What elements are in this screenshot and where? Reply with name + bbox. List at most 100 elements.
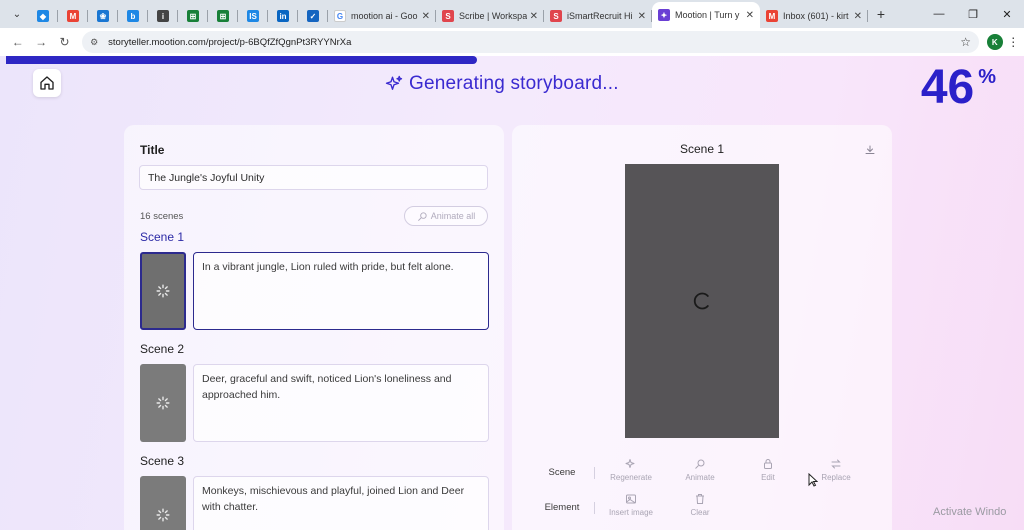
reload-icon[interactable]: ↻ — [53, 35, 76, 49]
new-tab-icon[interactable]: + — [870, 6, 892, 22]
browser-tab[interactable]: IS — [238, 4, 268, 28]
loading-spinner-icon — [156, 396, 170, 410]
b-icon: b — [127, 10, 139, 22]
animate-all-label: Animate all — [430, 211, 476, 221]
browser-tab[interactable]: in — [268, 4, 298, 28]
scribe-icon: S — [442, 10, 454, 22]
scene-row-divider — [594, 467, 595, 479]
home-icon — [40, 76, 54, 90]
preview-title: Scene 1 — [679, 142, 725, 156]
generating-title-text: Generating storyboard... — [409, 73, 619, 94]
progress-percent-value: 46 — [920, 61, 975, 114]
ismart-icon: S — [550, 10, 562, 22]
browser-tab[interactable]: S Scribe | Workspa ✕ — [436, 4, 544, 28]
scene-label: Scene 3 — [140, 454, 185, 468]
animate-button[interactable]: Animate — [670, 458, 730, 490]
is-icon: IS — [247, 10, 259, 22]
back-icon[interactable]: ← — [6, 35, 29, 49]
scene-description[interactable]: Deer, graceful and swift, noticed Lion's… — [193, 364, 489, 442]
scene-thumbnail[interactable] — [140, 476, 186, 530]
close-tab-icon[interactable]: ✕ — [854, 11, 862, 22]
scene-item[interactable]: Scene 1 In a vibrant jungle, Lion ruled w… — [140, 230, 490, 330]
browser-tab[interactable]: ✓ — [298, 4, 328, 28]
image-icon — [626, 494, 636, 504]
close-window-icon[interactable]: ✕ — [990, 8, 1024, 21]
scene-count: 16 scenes — [140, 211, 184, 222]
profile-avatar[interactable]: K — [986, 34, 1003, 50]
browser-tab[interactable]: ◆ — [28, 4, 58, 28]
scene-thumbnail[interactable] — [140, 364, 186, 442]
loading-spinner-icon — [156, 508, 170, 522]
browser-toolbar: ← → ↻ ⚙ storyteller.mootion.com/project/… — [0, 28, 1024, 56]
minimize-icon[interactable]: — — [922, 8, 956, 20]
sparkle-icon — [385, 75, 403, 90]
address-bar[interactable]: ⚙ storyteller.mootion.com/project/p-6BQf… — [82, 31, 979, 53]
scene-item[interactable]: Scene 2 Deer, graceful and swift, noticed… — [140, 342, 490, 442]
trash-icon — [696, 494, 704, 504]
sheets-icon: ⊞ — [187, 10, 199, 22]
mootion-icon: ✦ — [658, 9, 670, 21]
element-actions-row: Element Insert image Clear — [512, 493, 892, 525]
progress-bar — [0, 56, 1024, 64]
animate-label: Animate — [685, 473, 715, 482]
browser-tab[interactable]: M Inbox (601) - kirt ✕ — [760, 4, 868, 28]
scene-description[interactable]: Monkeys, mischievous and playful, joined… — [193, 476, 489, 530]
browser-tab[interactable]: ✦ Mootion | Turn y ✕ — [652, 2, 760, 28]
edit-label: Edit — [761, 473, 775, 482]
progress-percent: 46 % — [921, 62, 996, 114]
sparkle-icon — [625, 459, 635, 468]
download-icon[interactable] — [864, 143, 876, 161]
browser-tab[interactable]: M — [58, 4, 88, 28]
browser-tab-title: Scribe | Workspa — [459, 11, 527, 21]
browser-menu-icon[interactable]: ⋮ — [1003, 35, 1024, 49]
loading-spinner-icon — [693, 292, 709, 310]
animate-all-button[interactable]: Animate all — [404, 206, 488, 226]
url-text[interactable]: storyteller.mootion.com/project/p-6BQfZf… — [108, 37, 351, 48]
browser-tab[interactable]: Gmootion ai - Goo ✕ — [328, 4, 436, 28]
browser-tab[interactable]: SiSmartRecruit Hi ✕ — [544, 4, 652, 28]
clear-button[interactable]: Clear — [670, 493, 730, 525]
animate-icon — [695, 459, 705, 469]
forward-icon[interactable]: → — [29, 35, 52, 49]
regenerate-label: Regenerate — [610, 473, 652, 482]
tab-search-dropdown-icon[interactable]: ⌄ — [6, 3, 28, 25]
browser-tab[interactable]: ❀ — [88, 4, 118, 28]
browser-tab[interactable]: b — [118, 4, 148, 28]
browser-tab[interactable]: ⊞ — [178, 4, 208, 28]
scene-preview-image — [625, 164, 779, 438]
loading-spinner-icon — [156, 284, 170, 298]
browser-tab[interactable]: ⊞ — [208, 4, 238, 28]
scene-label: Scene 1 — [140, 230, 185, 244]
replace-label: Replace — [821, 473, 851, 482]
bookmark-star-icon[interactable]: ☆ — [960, 35, 971, 49]
scene-description[interactable]: In a vibrant jungle, Lion ruled with pri… — [193, 252, 489, 330]
site-info-icon[interactable]: ⚙ — [90, 37, 104, 48]
home-button[interactable] — [33, 69, 61, 97]
title-input[interactable] — [139, 165, 488, 190]
close-tab-icon[interactable]: ✕ — [530, 11, 538, 22]
insert-image-button[interactable]: Insert image — [601, 493, 661, 525]
restore-icon[interactable]: ❐ — [956, 8, 990, 21]
scene-thumbnail[interactable] — [140, 252, 186, 330]
close-tab-icon[interactable]: ✕ — [422, 11, 430, 22]
regenerate-button[interactable]: Regenerate — [601, 458, 661, 490]
edit-button[interactable]: Edit — [738, 458, 798, 490]
check-icon: ✓ — [307, 10, 319, 22]
progress-fill — [6, 56, 478, 64]
windows-activation-watermark: Activate Windo — [933, 506, 1007, 518]
app-viewport: Generating storyboard... 46 % Title 16 s… — [0, 56, 1024, 530]
story-panel: Title 16 scenes Animate all Scene 1 In a … — [124, 125, 504, 530]
animate-icon — [417, 211, 427, 221]
generating-title: Generating storyboard... — [385, 71, 619, 97]
title-label: Title — [140, 143, 165, 157]
browser-tab-title: Inbox (601) - kirt — [783, 11, 849, 21]
scene-item[interactable]: Scene 3 Monkeys, mischievous and playful,… — [140, 454, 490, 530]
browser-tab[interactable]: i — [148, 4, 178, 28]
linkedin-icon: in — [277, 10, 289, 22]
close-tab-icon[interactable]: ✕ — [746, 10, 754, 21]
element-row-label: Element — [544, 502, 580, 513]
browser-tab-title: iSmartRecruit Hi — [567, 11, 633, 21]
tabs-container: ◆ M ❀ b i ⊞ ⊞ IS in ✓ Gmootion ai - Goo ✕ S Scribe | … — [28, 0, 868, 28]
preview-panel: Scene 1 Scene Regenerate Animate Edit Re… — [512, 125, 892, 530]
close-tab-icon[interactable]: ✕ — [638, 11, 646, 22]
